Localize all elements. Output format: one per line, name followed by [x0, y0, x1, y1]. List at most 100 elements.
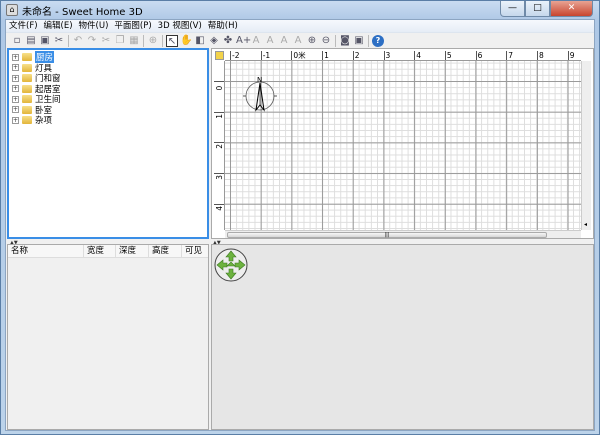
ruler-label-text: 0米	[215, 85, 224, 91]
column-name[interactable]: 名称	[8, 245, 84, 257]
client-area: 文件(F) 编辑(E) 物件(U) 平面图(P) 3D 视图(V) 帮助(H) …	[5, 19, 595, 431]
text-size-icon[interactable]: A	[292, 35, 304, 47]
ruler-label: 2	[214, 142, 224, 149]
add-furniture-icon[interactable]: ⊕	[147, 35, 159, 47]
table-header: 名称 宽度 深度 高度 可见	[8, 245, 208, 258]
ruler-label-text: 4	[215, 205, 224, 211]
catalog-category[interactable]: + 门和窗	[12, 73, 61, 84]
save-icon[interactable]: ▣	[39, 35, 51, 47]
folder-icon	[22, 116, 32, 124]
furniture-table[interactable]: 名称 宽度 深度 高度 可见	[7, 244, 209, 430]
toolbar-separator	[68, 34, 69, 47]
ruler-label-text: 1	[215, 113, 224, 119]
column-width[interactable]: 宽度	[84, 245, 116, 257]
toolbar-separator	[368, 34, 369, 47]
ruler-label: 1	[214, 111, 224, 118]
menu-help[interactable]: 帮助(H)	[205, 20, 241, 32]
copy-icon[interactable]: ❐	[114, 35, 126, 47]
redo-icon[interactable]: ↷	[86, 35, 98, 47]
toolbar-separator	[335, 34, 336, 47]
horizontal-ruler: -2 -1 0米 1 2 3 4 5 6 7 8 9	[225, 51, 581, 61]
video-icon[interactable]: ▣	[353, 35, 365, 47]
3d-view[interactable]	[211, 244, 594, 430]
menu-3d-view[interactable]: 3D 视图(V)	[155, 20, 205, 32]
catalog-category[interactable]: + 卧室	[12, 105, 52, 116]
maximize-button[interactable]: □	[525, 1, 550, 17]
bold-icon[interactable]: A	[264, 35, 276, 47]
folder-icon	[22, 84, 32, 93]
plan-view[interactable]: -2 -1 0米 1 2 3 4 5 6 7 8 9 0米 1 2 3 4 N ◂ |||	[211, 48, 594, 239]
undo-icon[interactable]: ↶	[72, 35, 84, 47]
select-icon[interactable]: ↖	[166, 34, 178, 47]
compass-north-label: N	[257, 76, 262, 84]
toolbar-separator	[143, 34, 144, 47]
ruler-label: 9	[567, 51, 575, 60]
folder-icon	[22, 95, 32, 103]
folder-icon	[22, 105, 32, 114]
minimize-button[interactable]: —	[500, 1, 525, 17]
window-title: 未命名 - Sweet Home 3D	[22, 6, 143, 18]
plan-grid[interactable]: N	[225, 61, 581, 230]
italic-icon[interactable]: A	[278, 35, 290, 47]
expand-icon[interactable]: +	[12, 85, 19, 92]
pan-icon[interactable]: ✋	[180, 35, 192, 47]
ruler-label: -1	[260, 51, 271, 60]
app-icon: ⌂	[6, 4, 18, 16]
catalog-category[interactable]: + 厨房	[12, 51, 55, 63]
toolbar: ▫ ▤ ▣ ✂ ↶ ↷ ✂ ❐ ▦ ⊕ ↖ ✋ ◧ ◈ ✤ A+ A A A A ⊕ ⊖ ◙ ▣?	[6, 33, 594, 48]
expand-icon[interactable]: +	[12, 74, 19, 82]
ruler-label: 6	[475, 51, 483, 60]
column-depth[interactable]: 深度	[116, 245, 149, 257]
ruler-label: 5	[444, 51, 452, 60]
create-rooms-icon[interactable]: ◈	[208, 35, 220, 47]
text-style-icon[interactable]: A	[250, 35, 262, 47]
cut-scissors-icon[interactable]: ✂	[53, 35, 65, 47]
horizontal-scrollbar[interactable]: |||	[225, 230, 581, 238]
create-dimensions-icon[interactable]: ✤	[222, 35, 234, 47]
folder-icon	[22, 53, 32, 61]
expand-icon[interactable]: +	[12, 106, 19, 113]
new-icon[interactable]: ▫	[11, 35, 23, 47]
folder-icon	[22, 74, 32, 82]
catalog-category[interactable]: + 卫生间	[12, 94, 61, 105]
photo-icon[interactable]: ◙	[339, 35, 351, 47]
ruler-label-text: 3	[215, 175, 224, 180]
ruler-label: 4	[414, 51, 421, 60]
zoom-out-icon[interactable]: ⊖	[320, 35, 332, 47]
menu-file[interactable]: 文件(F)	[6, 20, 41, 32]
help-icon[interactable]: ?	[372, 34, 384, 47]
plan-lock-icon[interactable]	[215, 51, 224, 60]
3d-navigation-arrows-icon[interactable]	[214, 248, 248, 282]
expand-icon[interactable]: +	[12, 116, 19, 124]
create-walls-icon[interactable]: ◧	[194, 35, 206, 47]
expand-icon[interactable]: +	[12, 64, 19, 71]
column-visible[interactable]: 可见	[182, 245, 208, 257]
catalog-category[interactable]: + 起居室	[12, 84, 61, 95]
expand-icon[interactable]: +	[12, 53, 19, 61]
ruler-label: 3	[383, 51, 391, 60]
open-icon[interactable]: ▤	[25, 35, 37, 47]
zoom-in-icon[interactable]: ⊕	[306, 35, 318, 47]
paste-icon[interactable]: ▦	[128, 35, 140, 47]
horizontal-scroll-thumb[interactable]: |||	[227, 232, 547, 238]
cut-icon[interactable]: ✂	[100, 35, 112, 47]
vertical-scrollbar[interactable]: ◂	[581, 61, 591, 230]
furniture-catalog-tree[interactable]: + 厨房 + 灯具 + 门和窗 + 起居室 + 卫生间 + 卧室 + 杂项	[7, 48, 209, 239]
folder-icon	[22, 63, 32, 72]
close-button[interactable]: ✕	[550, 1, 593, 17]
compass-icon[interactable]: N	[242, 76, 282, 116]
column-height[interactable]: 高度	[149, 245, 182, 257]
menu-bar: 文件(F) 编辑(E) 物件(U) 平面图(P) 3D 视图(V) 帮助(H)	[6, 20, 594, 33]
menu-furniture[interactable]: 物件(U)	[76, 20, 112, 32]
ruler-label: 7	[506, 51, 514, 60]
catalog-category[interactable]: + 灯具	[12, 63, 52, 74]
add-text-icon[interactable]: A+	[236, 35, 251, 47]
menu-plan[interactable]: 平面图(P)	[111, 20, 154, 32]
expand-icon[interactable]: +	[12, 95, 19, 103]
ruler-label: 8	[537, 51, 544, 60]
menu-edit[interactable]: 编辑(E)	[41, 20, 76, 32]
ruler-label: 4	[214, 203, 224, 211]
title-bar: ⌂ 未命名 - Sweet Home 3D — □ ✕	[1, 1, 599, 19]
catalog-category[interactable]: + 杂项	[12, 115, 52, 126]
ruler-label: 2	[352, 51, 360, 60]
